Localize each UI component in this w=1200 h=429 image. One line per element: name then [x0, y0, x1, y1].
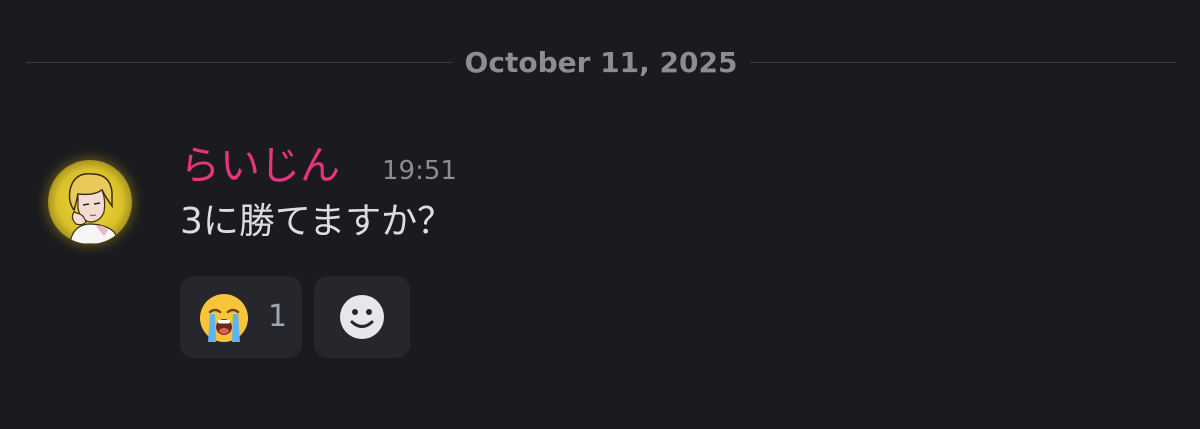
add-reaction-button[interactable]	[314, 276, 410, 358]
reaction-count: 1	[268, 299, 288, 334]
chat-view: October 11, 2025 らいじん 19:51 3に勝てますか？ 1	[0, 0, 1200, 429]
user-avatar-icon[interactable]	[48, 160, 132, 244]
smiley-face-icon	[340, 295, 384, 339]
reaction-loudly-crying[interactable]: 1	[180, 276, 302, 358]
message-timestamp: 19:51	[382, 156, 457, 186]
message-content: 3に勝てますか？	[180, 201, 454, 242]
date-divider: October 11, 2025	[26, 44, 1176, 82]
chat-message: らいじん 19:51 3に勝てますか？ 1	[0, 130, 1200, 370]
date-label: October 11, 2025	[464, 46, 738, 79]
divider-line-right	[750, 62, 1176, 63]
author-name[interactable]: らいじん	[180, 140, 340, 192]
divider-line-left	[26, 62, 452, 63]
loudly-crying-face-icon	[200, 294, 248, 342]
